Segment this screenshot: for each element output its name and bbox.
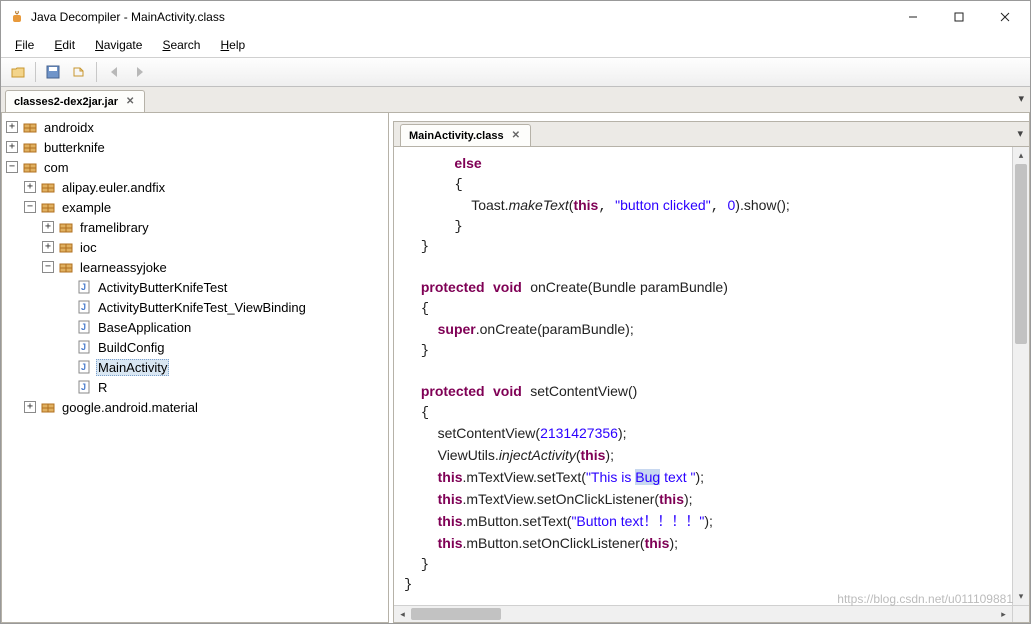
class-icon: J [76,339,92,355]
close-icon[interactable]: ✕ [510,130,522,141]
scroll-thumb[interactable] [1015,164,1027,344]
menu-help[interactable]: Help [212,35,253,55]
collapse-icon[interactable]: − [6,161,18,173]
class-icon: J [76,319,92,335]
minimize-button[interactable] [890,2,936,32]
package-icon [58,239,74,255]
scroll-left-icon[interactable]: ◂ [394,609,411,620]
close-button[interactable] [982,2,1028,32]
window-title: Java Decompiler - MainActivity.class [31,10,890,24]
editor-tab[interactable]: MainActivity.class ✕ [400,124,531,146]
menu-file[interactable]: File [7,35,42,55]
class-icon: J [76,359,92,375]
scroll-up-icon[interactable]: ▴ [1013,147,1029,164]
tree-item-label: ActivityButterKnifeTest [96,280,229,295]
svg-text:J: J [81,322,86,332]
collapse-icon[interactable]: − [24,201,36,213]
code-editor[interactable]: else { Toast.makeText(this, "button clic… [394,147,1012,605]
tree-item-label: com [42,160,71,175]
tree-item-label: learneassyjoke [78,260,169,275]
package-icon [58,219,74,235]
tree-item-label: R [96,380,109,395]
back-button[interactable] [103,61,125,83]
svg-text:J: J [81,342,86,352]
scroll-down-icon[interactable]: ▾ [1013,588,1029,605]
jar-tab-label: classes2-dex2jar.jar [14,96,118,108]
tree-item-label: alipay.euler.andfix [60,180,167,195]
svg-text:J: J [81,362,86,372]
tree-item-label: ioc [78,240,99,255]
toolbar-separator [96,62,97,82]
toolbar [1,57,1030,87]
tab-overflow-icon[interactable]: ▾ [1017,127,1023,140]
svg-text:J: J [81,282,86,292]
open-file-button[interactable] [7,61,29,83]
tab-overflow-icon[interactable]: ▾ [1018,92,1024,105]
editor-tabstrip: MainActivity.class ✕ ▾ [393,121,1029,147]
app-icon [9,9,25,25]
svg-text:J: J [81,302,86,312]
titlebar: Java Decompiler - MainActivity.class [1,1,1030,33]
expand-icon[interactable]: + [42,241,54,253]
toolbar-separator [35,62,36,82]
watermark: https://blog.csdn.net/u011109881 [837,592,1013,606]
tree-item-label: framelibrary [78,220,151,235]
tree-item-label: BaseApplication [96,320,193,335]
jar-tab[interactable]: classes2-dex2jar.jar ✕ [5,90,145,112]
forward-button[interactable] [129,61,151,83]
expand-icon[interactable]: + [24,401,36,413]
menu-edit[interactable]: Edit [46,35,83,55]
expand-icon[interactable]: + [6,121,18,133]
workarea: + androidx + butterknife − com + alipay.eule… [1,113,1030,623]
maximize-button[interactable] [936,2,982,32]
menu-search[interactable]: Search [154,35,208,55]
tree-item-label: butterknife [42,140,107,155]
vertical-scrollbar[interactable]: ▴ ▾ [1012,147,1029,605]
expand-icon[interactable]: + [42,221,54,233]
save-all-button[interactable] [68,61,90,83]
menu-navigate[interactable]: Navigate [87,35,150,55]
tree-item-label: example [60,200,113,215]
close-icon[interactable]: ✕ [124,96,136,107]
package-icon [22,159,38,175]
tree-item-label: google.android.material [60,400,200,415]
save-button[interactable] [42,61,64,83]
main-tabstrip: classes2-dex2jar.jar ✕ ▾ [1,87,1030,113]
scroll-thumb[interactable] [411,608,501,620]
editor-tab-label: MainActivity.class [409,130,504,142]
expand-icon[interactable]: + [6,141,18,153]
class-icon: J [76,279,92,295]
expand-icon[interactable]: + [24,181,36,193]
package-icon [40,179,56,195]
tree-item-selected: MainActivity [96,359,169,376]
tree-item-label: ActivityButterKnifeTest_ViewBinding [96,300,308,315]
class-icon: J [76,299,92,315]
class-icon: J [76,379,92,395]
tree-item-label: androidx [42,120,96,135]
package-icon [40,199,56,215]
scroll-corner [1012,605,1029,622]
package-tree[interactable]: + androidx + butterknife − com + alipay.eule… [1,113,389,623]
tree-item-label: BuildConfig [96,340,167,355]
scroll-right-icon[interactable]: ▸ [995,609,1012,620]
svg-text:J: J [81,382,86,392]
editor-panel: MainActivity.class ✕ ▾ else { Toast.make… [393,113,1030,623]
horizontal-scrollbar[interactable]: ◂ ▸ [394,605,1012,622]
package-icon [22,139,38,155]
package-icon [58,259,74,275]
package-icon [22,119,38,135]
menubar: File Edit Navigate Search Help [1,33,1030,57]
package-icon [40,399,56,415]
collapse-icon[interactable]: − [42,261,54,273]
